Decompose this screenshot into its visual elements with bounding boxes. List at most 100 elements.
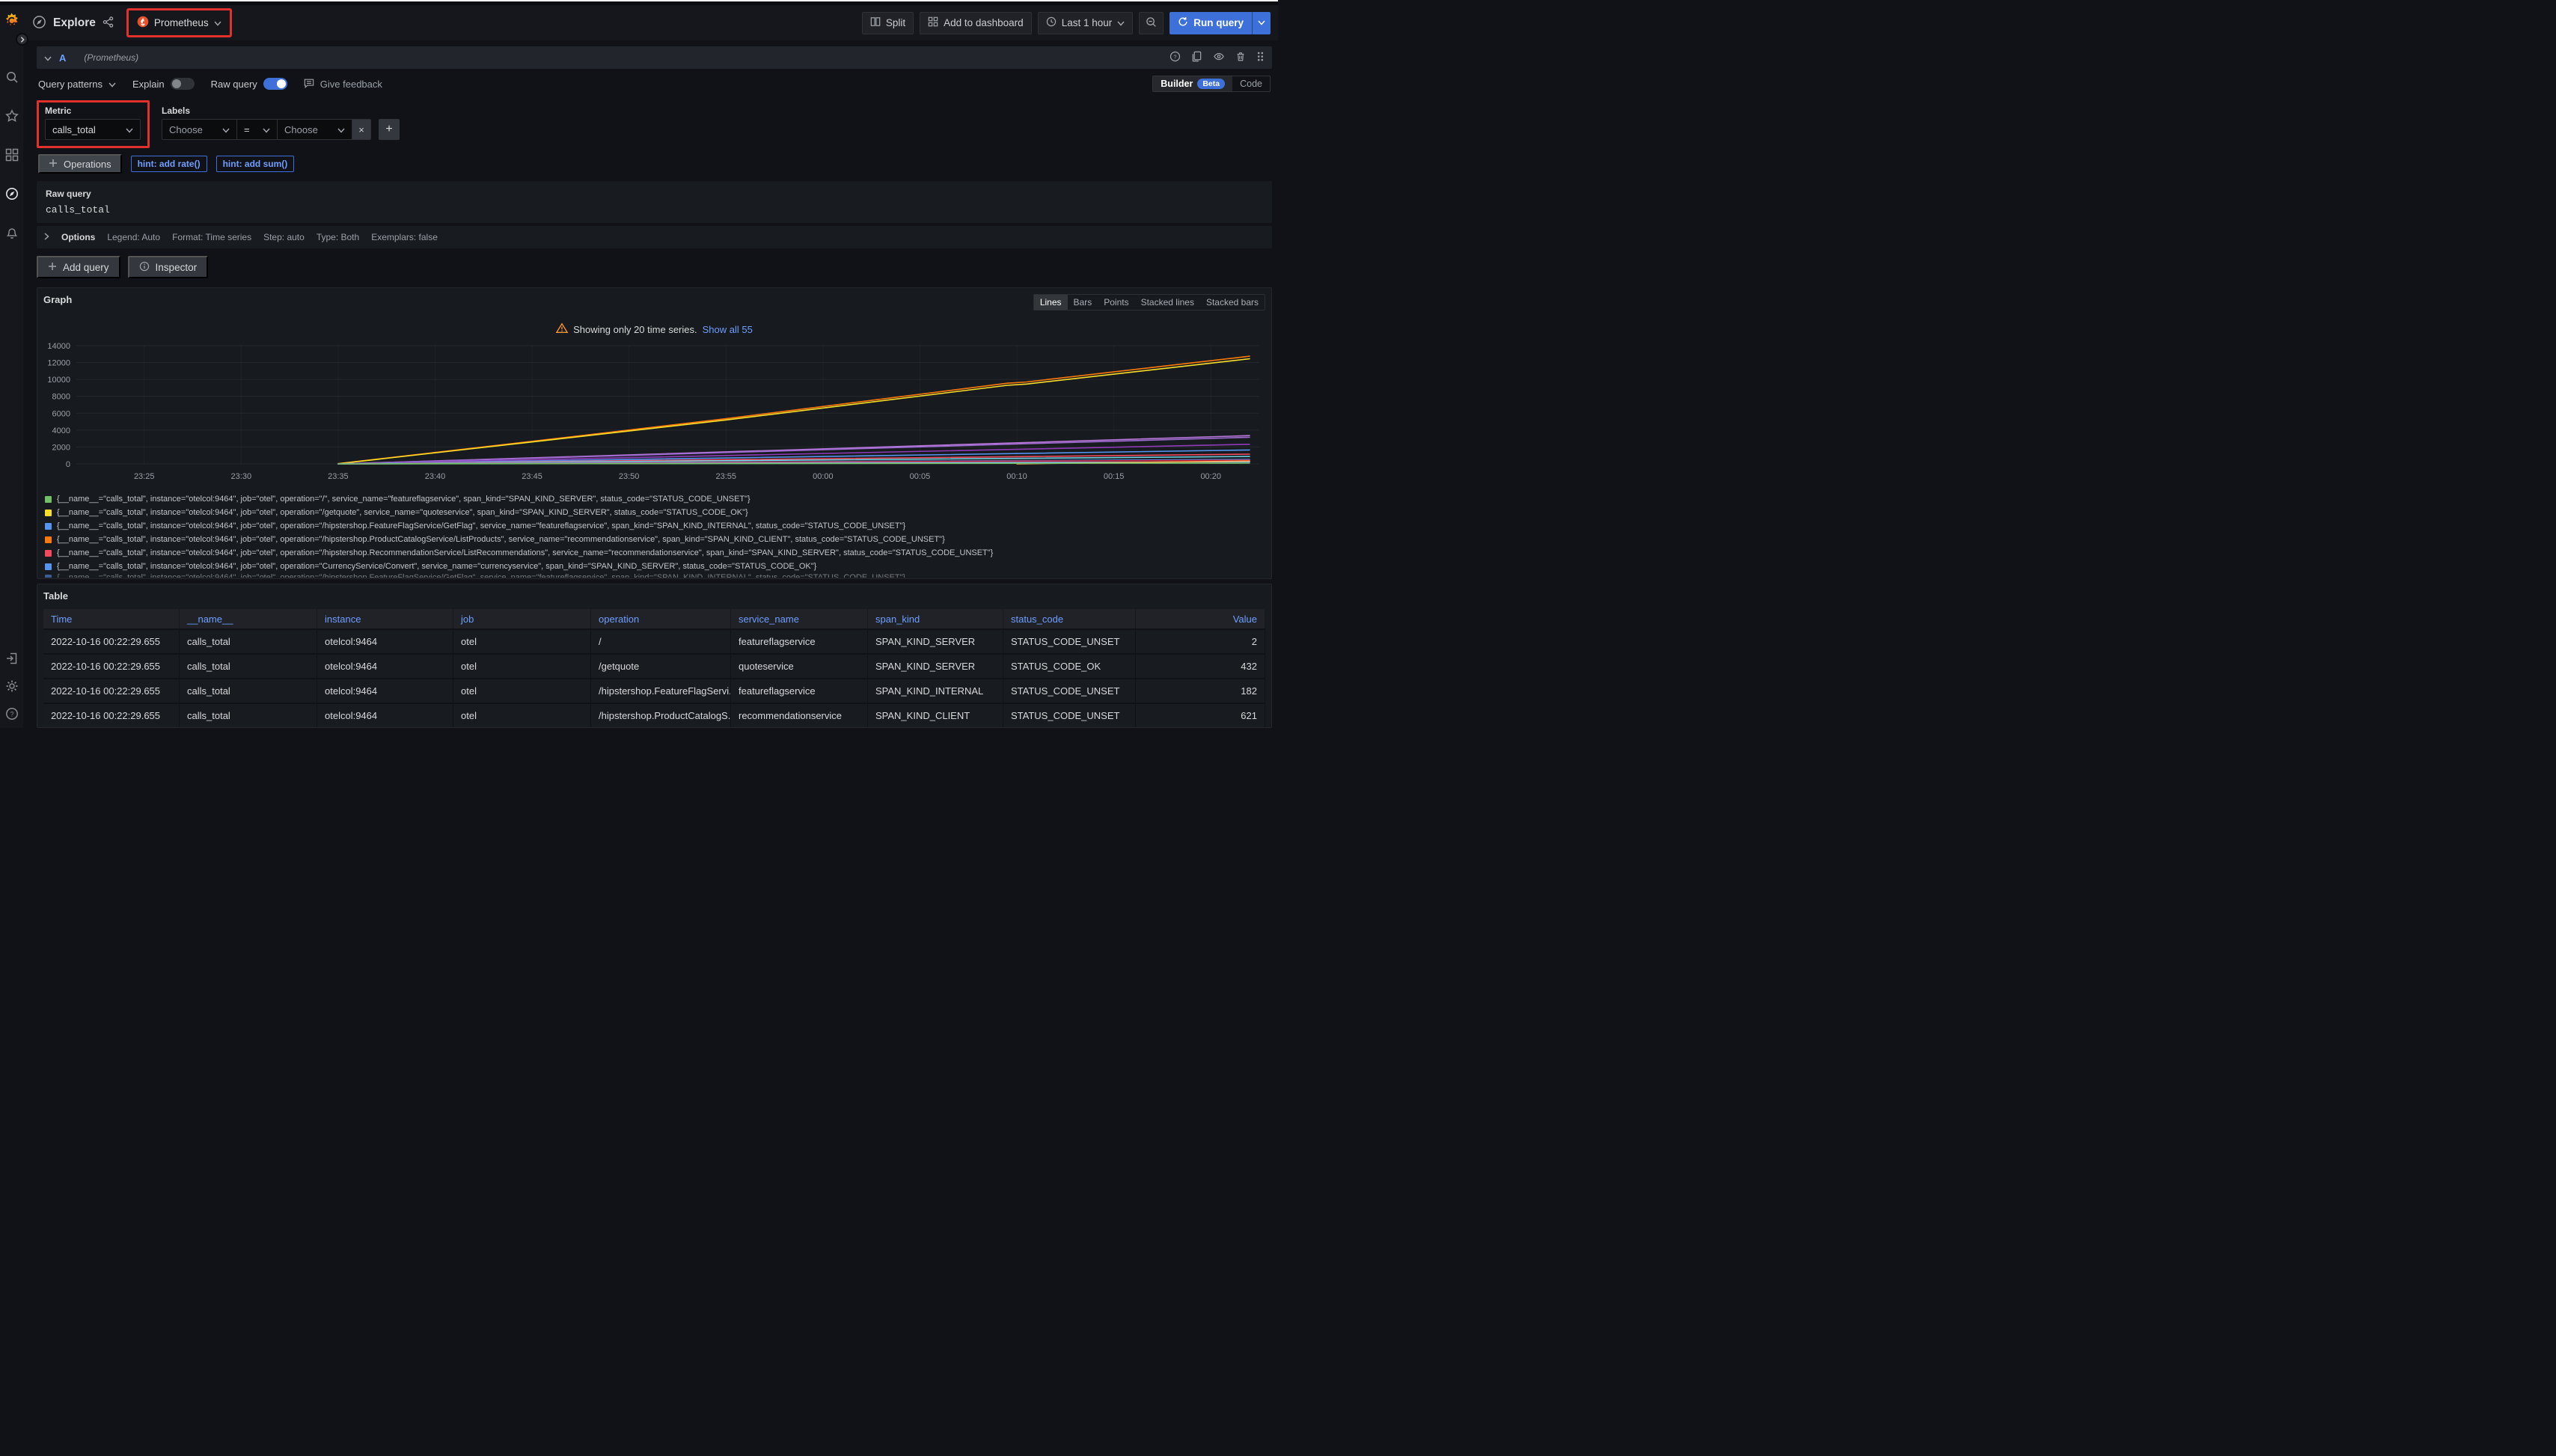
clock-icon [1046,16,1057,29]
y-axis-tick: 8000 [52,393,70,402]
option-step: Step: auto [263,232,305,242]
column-header-servicename[interactable]: service_name [731,609,868,628]
split-button[interactable]: Split [862,12,914,34]
add-operation-button[interactable]: Operations [38,154,122,174]
explore-toolbar: Explore Prometheus [23,5,1278,40]
label-name-select[interactable]: Choose [162,119,236,140]
help-icon[interactable]: ? [5,707,19,721]
table-cell: /hipstershop.FeatureFlagServi... [591,678,731,703]
grafana-logo-icon[interactable] [3,12,20,31]
legend-item[interactable]: {__name__="calls_total", instance="otelc… [45,573,1265,578]
label-operator-select[interactable]: = [236,119,277,140]
builder-code-switch: Builder Beta Code [1152,76,1271,92]
x-axis-tick: 00:05 [910,472,931,481]
query-options-bar[interactable]: Options Legend: Auto Format: Time series… [37,226,1272,248]
column-header-value[interactable]: Value [1136,609,1265,628]
legend-item[interactable]: {__name__="calls_total", instance="otelc… [45,546,1265,560]
svg-text:?: ? [10,711,13,718]
table-cell: otel [453,727,591,728]
datasource-picker[interactable]: Prometheus [134,13,224,32]
add-label-filter-button[interactable]: + [379,119,400,140]
sidebar-bottom-icons: ? [5,652,19,721]
label-value-placeholder: Choose [284,124,318,135]
remove-label-filter-button[interactable]: × [352,119,371,140]
explain-toggle[interactable] [171,78,195,90]
run-query-dropdown[interactable] [1252,12,1271,34]
query-row-header[interactable]: A (Prometheus) ? [37,46,1272,69]
search-icon[interactable] [5,70,19,84]
run-query-button[interactable]: Run query [1170,12,1271,34]
give-feedback-link[interactable]: Give feedback [304,78,382,91]
table-cell: calls_total [180,653,317,678]
legend-item[interactable]: {__name__="calls_total", instance="otelc… [45,533,1265,546]
starred-icon[interactable] [5,109,19,123]
table-cell: STATUS_CODE_UNSET [1003,628,1136,653]
split-label: Split [886,17,905,28]
table-cell: featureflagservice [731,678,868,703]
sync-icon [1178,16,1188,29]
hint-add-rate-button[interactable]: hint: add rate() [131,156,207,172]
mode-stacked-bars-button[interactable]: Stacked bars [1200,295,1265,310]
builder-label: Builder [1161,79,1193,89]
table-cell: calls_total [180,628,317,653]
code-mode-button[interactable]: Code [1232,76,1270,91]
raw-query-toggle[interactable] [263,78,287,90]
explore-nav-icon[interactable] [5,187,19,201]
x-axis-tick: 23:45 [522,472,542,481]
query-patterns-dropdown[interactable]: Query patterns [38,79,116,90]
sign-in-icon[interactable] [5,652,19,665]
graph-mode-switcher: Lines Bars Points Stacked lines Stacked … [1033,294,1265,311]
builder-mode-button[interactable]: Builder Beta [1153,76,1232,91]
show-all-series-link[interactable]: Show all 55 [703,324,753,335]
x-axis-tick: 00:15 [1104,472,1125,481]
column-header-time[interactable]: Time [43,609,180,628]
hint-add-sum-button[interactable]: hint: add sum() [216,156,295,172]
zoom-out-button[interactable] [1139,12,1164,34]
dashboards-icon[interactable] [5,148,19,162]
table-cell: calls_total [180,703,317,727]
column-header-statuscode[interactable]: status_code [1003,609,1136,628]
time-series-chart[interactable]: 0200040006000800010000120001400023:2523:… [43,341,1265,488]
legend-color-mark [45,563,52,570]
add-to-dashboard-button[interactable]: Add to dashboard [920,12,1032,34]
legend-item[interactable]: {__name__="calls_total", instance="otelc… [45,492,1265,506]
legend-label: {__name__="calls_total", instance="otelc… [57,548,993,557]
table-panel-title: Table [43,590,1265,602]
column-header-spankind[interactable]: span_kind [868,609,1003,628]
metric-labels-row: Metric calls_total Labels Choose [37,100,1272,148]
share-icon[interactable] [103,16,114,30]
sidebar-expand-button[interactable] [16,33,28,46]
table-cell: 432 [1136,653,1265,678]
add-query-label: Add query [63,262,109,273]
add-query-button[interactable]: Add query [37,256,120,278]
split-icon [870,16,881,29]
collapse-chevron-icon[interactable] [44,52,52,64]
x-axis-tick: 00:10 [1006,472,1027,481]
column-header-instance[interactable]: instance [317,609,453,628]
hide-response-eye-icon[interactable] [1213,51,1225,64]
mode-stacked-lines-button[interactable]: Stacked lines [1135,295,1200,310]
legend-item[interactable]: {__name__="calls_total", instance="otelc… [45,519,1265,533]
legend-item[interactable]: {__name__="calls_total", instance="otelc… [45,506,1265,519]
time-range-picker[interactable]: Last 1 hour [1038,12,1134,34]
option-exemplars: Exemplars: false [371,232,438,242]
delete-query-trash-icon[interactable] [1235,51,1246,64]
column-header-job[interactable]: job [453,609,591,628]
mode-bars-button[interactable]: Bars [1068,295,1098,310]
metric-select[interactable]: calls_total [45,119,141,140]
duplicate-query-icon[interactable] [1191,51,1202,64]
drag-handle-icon[interactable] [1256,51,1265,64]
inspector-button[interactable]: Inspector [128,256,209,278]
column-header-operation[interactable]: operation [591,609,731,628]
mode-lines-button[interactable]: Lines [1034,295,1068,310]
settings-gear-icon[interactable] [5,679,19,693]
mode-points-button[interactable]: Points [1098,295,1134,310]
alerting-icon[interactable] [5,226,19,239]
table-cell: calls_total [180,678,317,703]
option-type: Type: Both [317,232,359,242]
metric-annotation-box: Metric calls_total [37,100,150,148]
legend-item[interactable]: {__name__="calls_total", instance="otelc… [45,560,1265,573]
column-header-name[interactable]: __name__ [180,609,317,628]
label-value-select[interactable]: Choose [277,119,352,140]
query-help-icon[interactable]: ? [1170,51,1181,64]
